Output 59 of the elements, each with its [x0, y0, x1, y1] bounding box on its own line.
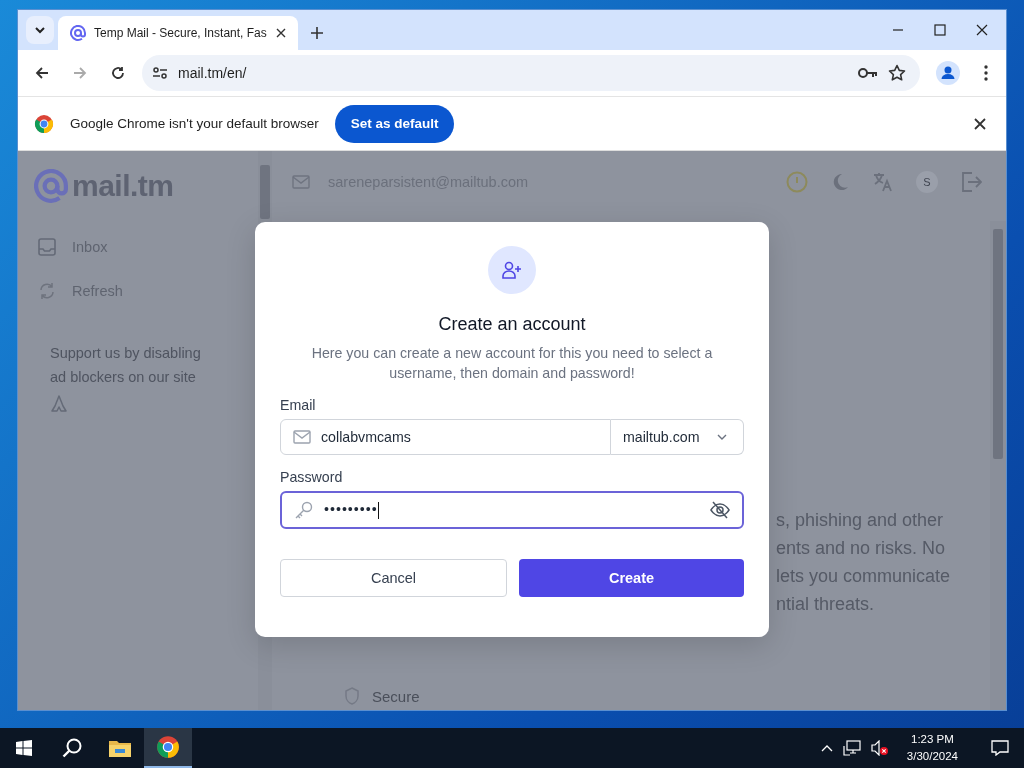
- infobar-message: Google Chrome isn't your default browser: [70, 116, 319, 131]
- close-icon[interactable]: [976, 24, 988, 36]
- dialog-description: Here you can create a new account for this you need to select a username, then domain and password!: [310, 344, 714, 383]
- email-field[interactable]: collabvmcams: [280, 419, 611, 455]
- chrome-taskbar-button[interactable]: [144, 728, 192, 768]
- dialog-title: Create an account: [438, 314, 586, 335]
- search-icon: [62, 738, 82, 758]
- scrollbar-thumb[interactable]: [260, 165, 270, 219]
- field-label: Password: [280, 469, 344, 485]
- chevron-up-icon[interactable]: [820, 744, 833, 752]
- network-icon[interactable]: [842, 740, 861, 756]
- support-text: Support us by disabling ad blockers on our site: [50, 344, 202, 387]
- field-label: Email: [280, 397, 317, 413]
- close-icon[interactable]: [276, 28, 286, 38]
- address-bar[interactable]: mail.tm/en/: [142, 55, 920, 91]
- create-button[interactable]: Create: [519, 559, 744, 597]
- star-icon[interactable]: [888, 64, 906, 82]
- key-icon: [294, 500, 314, 520]
- set-default-button[interactable]: Set as default: [334, 104, 455, 143]
- muted-speaker-icon[interactable]: [870, 740, 889, 756]
- body-text: ntial threats.: [776, 593, 876, 616]
- speech-bubble-icon: [991, 740, 1009, 756]
- add-user-icon: [501, 259, 523, 281]
- cancel-button[interactable]: Cancel: [280, 559, 507, 597]
- tab-title: Temp Mail - Secure, Instant, Fas: [94, 26, 268, 40]
- mail-icon: [293, 430, 311, 444]
- at-sign-icon: [70, 25, 86, 41]
- mail-icon: [292, 175, 310, 189]
- chrome-logo-icon: [34, 113, 54, 134]
- scrollbar-thumb[interactable]: [993, 229, 1003, 459]
- body-text: s, phishing and other: [776, 509, 945, 532]
- shield-icon: [344, 687, 360, 705]
- password-field[interactable]: •••••••••: [280, 491, 744, 529]
- clock[interactable]: 1:23 PM 3/30/2024: [898, 731, 966, 765]
- maximize-icon[interactable]: [934, 24, 946, 36]
- site-settings-icon[interactable]: [152, 66, 168, 80]
- body-text: lets you communicate: [776, 565, 951, 588]
- windows-logo-icon: [16, 740, 32, 756]
- domain-dropdown[interactable]: mailtub.com: [611, 419, 744, 455]
- body-text: ents and no risks. No: [776, 537, 947, 560]
- tab-search-button[interactable]: [26, 16, 54, 44]
- chrome-logo-icon: [156, 735, 180, 759]
- close-icon[interactable]: [974, 117, 986, 130]
- new-tab-icon[interactable]: [310, 26, 324, 40]
- chevron-down-icon: [717, 434, 727, 440]
- chevron-down-icon: [35, 26, 45, 34]
- key-icon[interactable]: [858, 67, 878, 79]
- avatar[interactable]: S: [916, 171, 938, 193]
- profile-icon[interactable]: [936, 61, 960, 85]
- browser-tab[interactable]: Temp Mail - Secure, Instant, Fas: [58, 16, 298, 50]
- at-sign-icon: [34, 169, 68, 203]
- menu-icon[interactable]: [984, 65, 988, 81]
- back-arrow-icon[interactable]: [35, 66, 49, 80]
- folder-icon: [109, 739, 131, 757]
- eye-slash-icon[interactable]: [710, 501, 730, 519]
- inbox-icon: [38, 238, 56, 256]
- reload-icon[interactable]: [111, 66, 125, 80]
- feature-label: Secure: [372, 687, 420, 705]
- refresh-icon: [38, 282, 56, 300]
